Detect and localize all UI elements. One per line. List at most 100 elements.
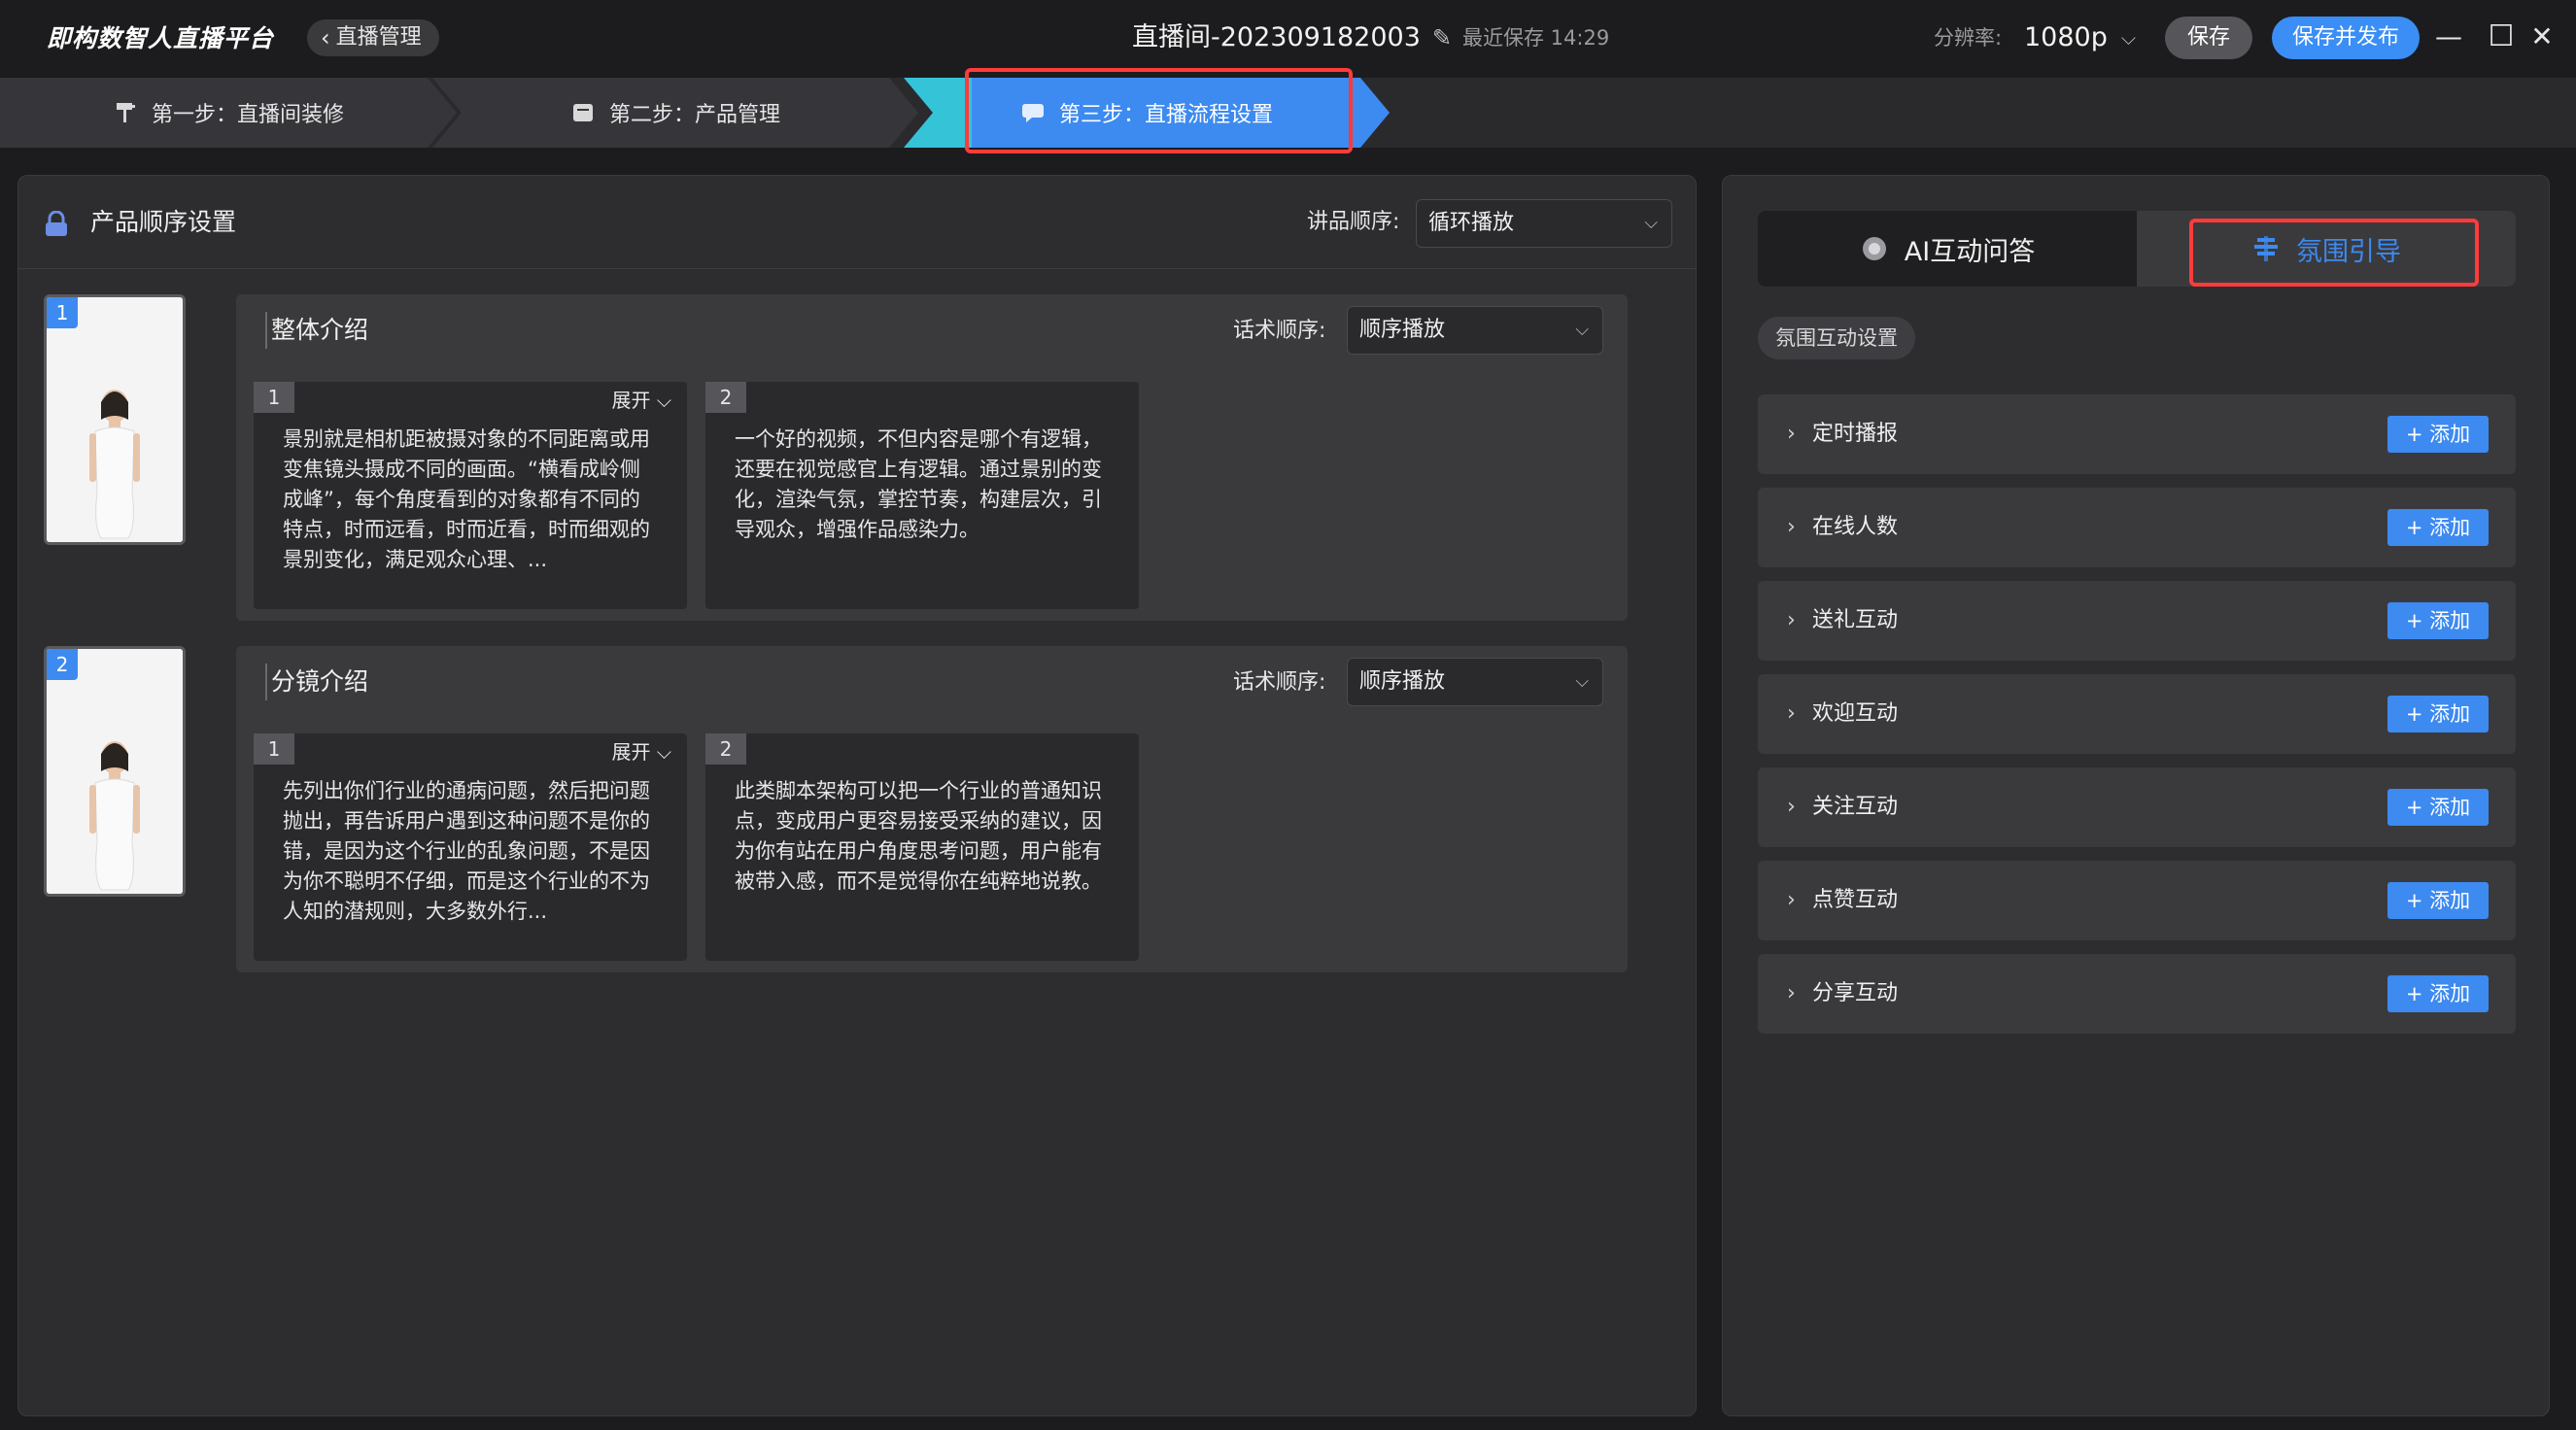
save-and-publish-button[interactable]: 保存并发布 <box>2272 17 2420 59</box>
script-card[interactable]: 1 展开 ⌵ 先列出你们行业的通病问题，然后把问题抛出，再告诉用户遇到这种问题不… <box>254 733 687 961</box>
chevron-down-icon: ⌵ <box>1575 671 1589 692</box>
interaction-row[interactable]: › 欢迎互动 + 添加 <box>1758 674 2516 754</box>
chevron-down-icon: ⌵ <box>656 740 671 764</box>
resolution-dropdown[interactable]: 1080p ⌵ <box>2024 19 2136 56</box>
interaction-row-label: 送礼互动 <box>1812 608 1899 632</box>
add-button[interactable]: + 添加 <box>2387 602 2489 639</box>
chevron-right-icon: › <box>1787 795 1796 819</box>
app-brand: 即构数智人直播平台 <box>47 24 275 52</box>
expand-toggle[interactable]: 展开 ⌵ <box>611 737 671 766</box>
script-card-number: 2 <box>705 733 746 765</box>
interaction-row[interactable]: › 关注互动 + 添加 <box>1758 767 2516 847</box>
room-title-text: 直播间-202309182003 <box>1132 22 1421 52</box>
highlight-box-step-3 <box>965 68 1353 153</box>
interaction-row-label: 点赞互动 <box>1812 888 1899 912</box>
close-icon[interactable]: ✕ <box>2524 19 2559 54</box>
chevron-down-icon: ⌵ <box>1575 320 1589 340</box>
edit-pencil-icon[interactable]: ✎ <box>1432 19 1452 56</box>
product-order-value: 循环播放 <box>1428 211 1515 235</box>
script-card-text: 景别就是相机距被摄对象的不同距离或用变焦镜头摄成不同的画面。“横看成岭侧成峰”，… <box>283 427 650 571</box>
interaction-row-label: 关注互动 <box>1812 795 1899 819</box>
interaction-row[interactable]: › 定时播报 + 添加 <box>1758 394 2516 474</box>
expand-toggle[interactable]: 展开 ⌵ <box>611 386 671 415</box>
script-group-title: 整体介绍 <box>265 312 368 349</box>
chevron-right-icon: › <box>1787 981 1796 1005</box>
resolution-label: 分辨率: <box>1934 26 2003 50</box>
interaction-row-label: 在线人数 <box>1812 515 1899 539</box>
maximize-icon[interactable]: ☐ <box>2484 19 2519 54</box>
step-1-label: 第一步：直播间装修 <box>151 103 344 127</box>
script-card[interactable]: 1 展开 ⌵ 景别就是相机距被摄对象的不同距离或用变焦镜头摄成不同的画面。“横看… <box>254 382 687 609</box>
product-order-header: 产品顺序设置 讲品顺序: 循环播放 ⌵ <box>18 176 1696 269</box>
product-number: 1 <box>47 297 78 328</box>
interaction-row-label: 分享互动 <box>1812 981 1899 1005</box>
chevron-down-icon: ⌵ <box>2120 26 2137 50</box>
script-group: 分镜介绍 话术顺序: 顺序播放 ⌵ 1 展开 ⌵ 先列出你们行业的通病问题，然后… <box>236 646 1628 972</box>
interaction-panel: AI互动问答 氛围引导 氛围互动设置 › 定时播报 + 添加 › 在线人数 + … <box>1722 175 2550 1416</box>
expand-label: 展开 <box>611 389 651 412</box>
minimize-icon[interactable]: — <box>2431 19 2466 54</box>
chevron-left-icon: ‹ <box>321 24 330 51</box>
product-order-panel: 产品顺序设置 讲品顺序: 循环播放 ⌵ 1 整体介绍 话术顺序: 顺序播放 ⌵ … <box>17 175 1697 1416</box>
save-button[interactable]: 保存 <box>2165 17 2252 59</box>
last-save-time: 最近保存 14:29 <box>1462 26 1610 50</box>
chevron-right-icon: › <box>1787 422 1796 446</box>
step-1-room-decoration[interactable]: 第一步：直播间装修 <box>0 78 457 148</box>
interaction-row[interactable]: › 送礼互动 + 添加 <box>1758 581 2516 661</box>
title-bar: 即构数智人直播平台 ‹ 直播管理 直播间-202309182003 ✎ 最近保存… <box>0 0 2576 78</box>
add-button[interactable]: + 添加 <box>2387 975 2489 1012</box>
step-2-product-management[interactable]: 第二步：产品管理 <box>432 78 918 148</box>
script-order-select[interactable]: 顺序播放 ⌵ <box>1347 658 1603 706</box>
script-order-value: 顺序播放 <box>1359 318 1446 342</box>
script-order-label: 话术顺序: <box>1233 670 1326 695</box>
product-order-label: 讲品顺序: <box>1307 210 1400 234</box>
chevron-right-icon: › <box>1787 515 1796 539</box>
product-thumbnail[interactable]: 2 <box>44 646 186 897</box>
highlight-box-atmosphere-tab <box>2189 219 2479 287</box>
interaction-row[interactable]: › 点赞互动 + 添加 <box>1758 861 2516 940</box>
back-button-label: 直播管理 <box>335 25 422 50</box>
presenter-figure <box>47 297 183 542</box>
script-order-select[interactable]: 顺序播放 ⌵ <box>1347 306 1603 355</box>
atmosphere-settings-chip: 氛围互动设置 <box>1758 317 1915 359</box>
interaction-row[interactable]: › 在线人数 + 添加 <box>1758 488 2516 567</box>
chevron-right-icon: › <box>1787 888 1796 912</box>
script-order-value: 顺序播放 <box>1359 669 1446 694</box>
add-button[interactable]: + 添加 <box>2387 509 2489 546</box>
script-order-label: 话术顺序: <box>1233 319 1326 343</box>
chevron-right-icon: › <box>1787 701 1796 726</box>
tab-ai-qa[interactable]: AI互动问答 <box>1758 211 2137 287</box>
room-title: 直播间-202309182003 ✎ <box>1132 19 1452 56</box>
add-button[interactable]: + 添加 <box>2387 789 2489 826</box>
back-to-live-management-button[interactable]: ‹ 直播管理 <box>307 19 439 56</box>
add-button[interactable]: + 添加 <box>2387 696 2489 732</box>
add-button[interactable]: + 添加 <box>2387 416 2489 453</box>
chevron-down-icon: ⌵ <box>1644 213 1658 233</box>
script-card-number: 1 <box>254 733 294 765</box>
interaction-row-label: 定时播报 <box>1812 422 1899 446</box>
step-2-label: 第二步：产品管理 <box>608 103 780 127</box>
product-order-select[interactable]: 循环播放 ⌵ <box>1416 199 1672 248</box>
interaction-row[interactable]: › 分享互动 + 添加 <box>1758 954 2516 1034</box>
script-card[interactable]: 2 此类脚本架构可以把一个行业的普通知识点，变成用户更容易接受采纳的建议，因为你… <box>705 733 1139 961</box>
interaction-row-label: 欢迎互动 <box>1812 701 1899 726</box>
script-card-number: 1 <box>254 382 294 413</box>
presenter-figure <box>47 649 183 894</box>
script-card-text: 此类脚本架构可以把一个行业的普通知识点，变成用户更容易接受采纳的建议，因为你有站… <box>735 779 1102 893</box>
script-group-title: 分镜介绍 <box>265 664 368 700</box>
script-card[interactable]: 2 一个好的视频，不但内容是哪个有逻辑，还要在视觉感官上有逻辑。通过景别的变化，… <box>705 382 1139 609</box>
panel-title: 产品顺序设置 <box>90 208 237 236</box>
ai-bot-icon <box>1862 237 1886 260</box>
box-icon <box>572 104 593 121</box>
script-card-number: 2 <box>705 382 746 413</box>
script-card-text: 一个好的视频，不但内容是哪个有逻辑，还要在视觉感官上有逻辑。通过景别的变化，渲染… <box>735 427 1102 541</box>
product-thumbnail[interactable]: 1 <box>44 294 186 545</box>
chevron-down-icon: ⌵ <box>656 389 671 412</box>
script-card-text: 先列出你们行业的通病问题，然后把问题抛出，再告诉用户遇到这种问题不是你的错，是因… <box>283 779 650 923</box>
lock-icon <box>46 211 67 236</box>
resolution-value: 1080p <box>2024 22 2108 52</box>
tab-ai-label: AI互动问答 <box>1904 236 2036 267</box>
script-group: 整体介绍 话术顺序: 顺序播放 ⌵ 1 展开 ⌵ 景别就是相机距被摄对象的不同距… <box>236 294 1628 621</box>
add-button[interactable]: + 添加 <box>2387 882 2489 919</box>
expand-label: 展开 <box>611 740 651 764</box>
